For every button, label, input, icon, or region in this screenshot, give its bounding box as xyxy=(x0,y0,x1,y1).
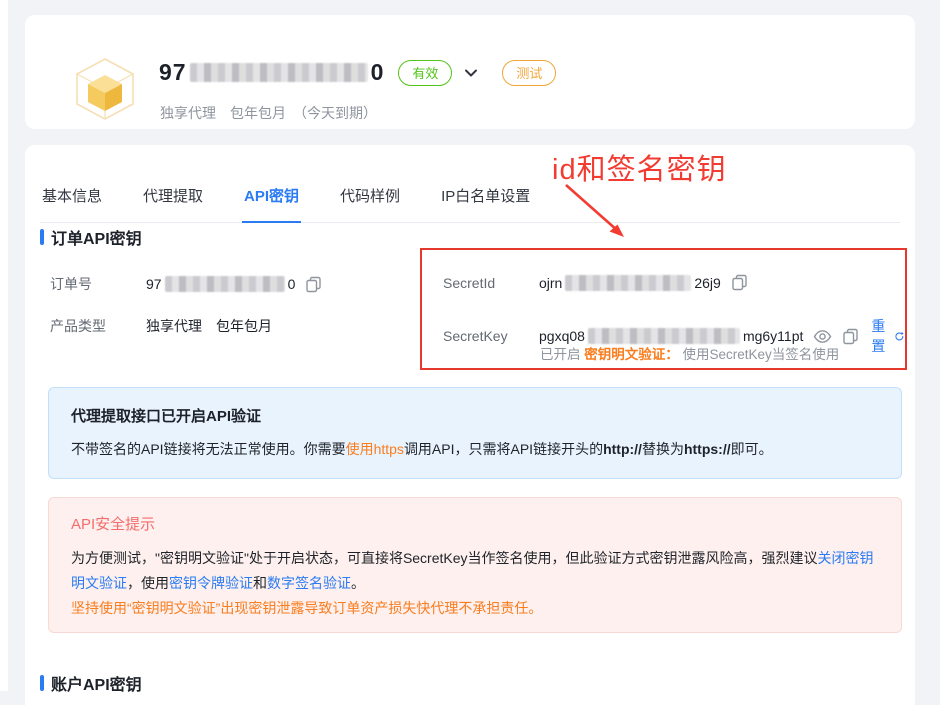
secret-key-value: pgxq08mg6y11pt xyxy=(539,328,803,344)
order-header-card: 970 有效 测试 独享代理 包年包月 （今天到期） xyxy=(25,15,915,129)
plaintext-verify-note: 已开启 密钥明文验证： 使用SecretKey当签名使用 xyxy=(540,343,839,363)
secret-key-redacted xyxy=(588,328,740,344)
use-https-link[interactable]: 使用https xyxy=(346,441,404,457)
info-box-body: 不带签名的API链接将无法正常使用。你需要使用https调用API，只需将API… xyxy=(71,439,879,459)
tab-api-key[interactable]: API密钥 xyxy=(242,185,301,222)
copy-icon[interactable] xyxy=(731,274,748,291)
secret-id-label: SecretId xyxy=(443,275,539,291)
warning-title: API安全提示 xyxy=(71,513,879,534)
tab-code-samples[interactable]: 代码样例 xyxy=(338,185,402,222)
api-verification-info-box: 代理提取接口已开启API验证 不带签名的API链接将无法正常使用。你需要使用ht… xyxy=(48,387,902,479)
product-cube-icon xyxy=(69,53,141,125)
warning-disclaimer: 坚持使用“密钥明文验证”出现密钥泄露导致订单资产损失快代理不承担责任。 xyxy=(71,596,879,621)
order-no-label: 订单号 xyxy=(50,274,146,294)
account-api-key-section-title: 账户API密钥 xyxy=(40,671,142,695)
test-badge: 测试 xyxy=(502,60,556,86)
tab-proxy-extract[interactable]: 代理提取 xyxy=(141,185,205,222)
order-no-redacted xyxy=(165,276,285,292)
token-verify-link[interactable]: 密钥令牌验证 xyxy=(169,575,253,591)
section-marker xyxy=(40,229,44,245)
chevron-down-icon[interactable] xyxy=(462,64,480,82)
secret-highlight-box: SecretId ojrn26j9 SecretKey pgxq08mg6y11… xyxy=(420,248,907,370)
secret-id-redacted xyxy=(565,275,691,291)
section-marker xyxy=(40,675,44,691)
status-badge: 有效 xyxy=(398,60,452,86)
tab-basic-info[interactable]: 基本信息 xyxy=(40,185,104,222)
refresh-icon xyxy=(894,329,905,344)
api-security-warning-box: API安全提示 为方便测试，"密钥明文验证"处于开启状态，可直接将SecretK… xyxy=(48,497,902,633)
secret-id-value: ojrn26j9 xyxy=(539,275,721,291)
order-subtitle: 独享代理 包年包月 （今天到期） xyxy=(160,103,377,123)
tab-ip-whitelist[interactable]: IP白名单设置 xyxy=(439,185,532,222)
order-number: 970 xyxy=(159,59,384,86)
tab-bar: 基本信息 代理提取 API密钥 代码样例 IP白名单设置 xyxy=(40,185,900,223)
product-type-value: 独享代理 包年包月 xyxy=(146,316,272,336)
plaintext-verify-highlight: 密钥明文验证： xyxy=(584,347,679,362)
copy-icon[interactable] xyxy=(842,328,859,345)
product-type-row: 产品类型 独享代理 包年包月 xyxy=(50,316,272,336)
api-key-panel: 基本信息 代理提取 API密钥 代码样例 IP白名单设置 订单API密钥 订单号… xyxy=(25,145,915,705)
product-type-label: 产品类型 xyxy=(50,316,146,336)
page-left-edge xyxy=(0,0,8,691)
info-box-title: 代理提取接口已开启API验证 xyxy=(71,405,879,426)
digital-sign-link[interactable]: 数字签名验证 xyxy=(267,575,351,591)
secret-key-label: SecretKey xyxy=(443,328,539,344)
copy-icon[interactable] xyxy=(305,276,322,293)
annotation-arrow xyxy=(556,182,634,244)
order-no-row: 订单号 970 xyxy=(50,274,322,294)
secret-id-row: SecretId ojrn26j9 xyxy=(443,274,748,291)
reset-secret-key-button[interactable]: 重置 xyxy=(871,316,905,356)
order-no-value: 970 xyxy=(146,276,295,292)
warning-body: 为方便测试，"密钥明文验证"处于开启状态，可直接将SecretKey当作签名使用… xyxy=(71,546,879,621)
order-number-redacted xyxy=(190,63,368,82)
eye-icon[interactable] xyxy=(813,329,832,344)
order-api-key-section-title: 订单API密钥 xyxy=(40,225,142,249)
